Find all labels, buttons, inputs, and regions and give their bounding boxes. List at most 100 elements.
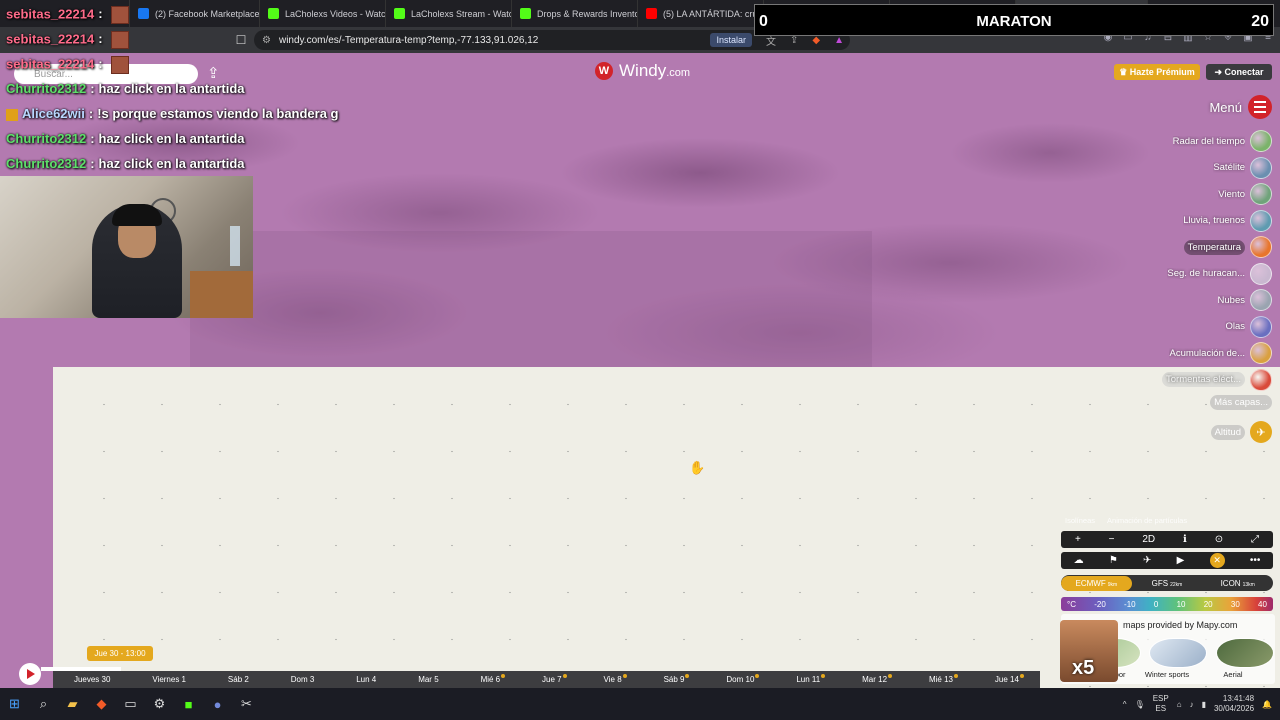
current-time-bubble[interactable]: Jue 30 - 13:00 [87,646,153,661]
search-icon[interactable]: ⌕ [29,688,58,720]
terminal-icon[interactable]: ▭ [116,688,145,720]
layer-item[interactable]: Radar del tiempo [1122,128,1272,155]
windows-icon[interactable]: ⊞ [0,688,29,720]
tab-favicon-icon [520,8,531,19]
battery-icon[interactable]: ▮ [1202,700,1206,709]
browser-tab[interactable]: (2) Facebook Marketplace [130,0,260,27]
browser-tab[interactable]: LaCholexs Videos - Watch [260,0,386,27]
menu-button[interactable]: Menú [1209,95,1272,119]
premium-button[interactable]: ♛ Hazte Prémium [1114,64,1200,80]
close-tool-icon[interactable]: ✕ [1209,553,1225,568]
more-icon[interactable]: ••• [1250,555,1261,566]
browser-tab[interactable]: LaCholexs Stream - Watch [386,0,512,27]
layer-item[interactable]: Tormentas eléct... [1122,367,1272,394]
timeline-day[interactable]: Vie 8 [604,674,627,684]
model-option[interactable]: ECMWF 9km [1061,575,1132,591]
chat-username: Churrito2312 [6,156,87,171]
aerial-tile[interactable] [1216,638,1274,668]
layer-item[interactable]: Nubes [1122,287,1272,314]
timeline-day[interactable]: Sáb 2 [228,675,249,684]
brave-rewards-icon[interactable]: ▲ [834,35,844,46]
layer-item[interactable]: Viento [1122,181,1272,208]
isolines-toggle[interactable]: Isolíneas [1065,516,1095,525]
locate-icon[interactable]: ⊙ [1215,534,1223,545]
play-button[interactable] [19,663,41,685]
weather-icon[interactable]: ☁ [1074,555,1084,566]
brave-shield-icon[interactable]: ◆ [812,35,820,46]
windy-logo[interactable]: W Windy.com [595,61,690,81]
windows-taskbar: ⊞ ⌕ ▰ ◆ ▭ ⚙ ■ ● ✂ ^ 🎙 ESP ES ⌂ ♪ ▮ 13:41:… [0,688,1280,720]
layer-icon [1250,130,1272,153]
chat-text: haz click en la antartida [98,156,245,171]
timeline-day[interactable]: Mié 6 [481,674,505,684]
file-explorer-icon[interactable]: ▰ [58,688,87,720]
browser-tab[interactable]: (5) LA ANTÁRTIDA: cruzan [638,0,764,27]
timeline-day[interactable]: Sáb 9 [664,674,690,684]
timeline-day[interactable]: Mié 13 [929,674,958,684]
capcut-icon[interactable]: ✂ [232,688,261,720]
timeline-day[interactable]: Lun 11 [796,674,826,684]
timeline-day[interactable]: Mar 5 [418,675,438,684]
layer-label: Lluvia, truenos [1183,215,1245,227]
notifications-icon[interactable]: 🔔 [1262,700,1272,709]
zoom-in-icon[interactable]: + [1075,534,1081,545]
windy-map[interactable]: ✋ [0,53,1280,688]
layer-item[interactable]: Lluvia, truenos [1122,208,1272,235]
install-app-button[interactable]: Instalar [710,33,752,47]
temperature-scale: °C -20 -10 0 10 20 30 40 [1061,597,1273,611]
info-icon[interactable]: ℹ [1183,534,1187,545]
fullscreen-icon[interactable]: ⤢ [1251,534,1259,545]
camera-icon[interactable]: ▶ [1177,555,1185,566]
site-info-icon[interactable]: ⚙ [262,35,271,46]
layer-icon [1250,342,1272,365]
share-page-icon[interactable]: ⇪ [790,35,798,46]
layer-item[interactable]: Satélite [1122,155,1272,182]
microphone-icon[interactable]: 🎙 [1135,700,1145,709]
layer-item[interactable]: Seg. de huracan... [1122,261,1272,288]
timeline-day[interactable]: Mar 12 [862,674,892,684]
flag-icon[interactable]: ⚑ [1109,555,1118,566]
discord-icon[interactable]: ● [203,688,232,720]
tray-overflow-icon[interactable]: ^ [1123,700,1127,709]
browser-tab[interactable]: Drops & Rewards Inventory [512,0,638,27]
winter-sports-tile[interactable] [1149,638,1207,668]
share-icon[interactable]: ⇪ [207,64,220,82]
model-option[interactable]: GFS 22km [1132,576,1203,591]
tab-label: (2) Facebook Marketplace [155,8,260,19]
scale-label: 30 [1230,599,1240,609]
layer-item[interactable]: Olas [1122,314,1272,341]
layer-item[interactable]: Temperatura [1122,234,1272,261]
more-layers[interactable]: Más capas... [1210,394,1272,410]
timeline-day[interactable]: Dom 3 [291,675,315,684]
timeline-day[interactable]: Dom 10 [726,674,760,684]
particles-toggle[interactable]: Animación de partículas [1107,516,1187,525]
plane-icon[interactable]: ✈ [1143,555,1151,566]
steam-icon[interactable]: ⚙ [145,688,174,720]
altitude-button[interactable]: Altitud ✈ [1210,420,1272,444]
zoom-out-icon[interactable]: − [1109,534,1115,545]
bookmark-icon[interactable]: ☐ [230,30,252,50]
language-indicator[interactable]: ESP ES [1153,694,1169,714]
timeline-day[interactable]: Jueves 30 [74,675,110,684]
brave-icon[interactable]: ◆ [87,688,116,720]
clock[interactable]: 13:41:48 30/04/2026 [1214,694,1254,714]
lang-bottom: ES [1155,704,1167,713]
model-option[interactable]: ICON 13km [1202,576,1273,591]
model-name: GFS [1151,578,1169,588]
model-resolution: 22km [1170,581,1183,588]
connect-button[interactable]: ➜ Conectar [1206,64,1272,80]
network-icon[interactable]: ⌂ [1177,700,1182,709]
chat-message: Churrito2312: haz click en la antartida [6,156,245,171]
timeline-day[interactable]: Jue 14 [995,674,1024,684]
layer-item[interactable]: Acumulación de... [1122,340,1272,367]
kick-icon[interactable]: ■ [174,688,203,720]
chat-emote-icon [110,31,129,49]
volume-icon[interactable]: ♪ [1190,700,1194,709]
timeline-day[interactable]: Jue 7 [542,674,567,684]
chat-text: haz click en la antartida [98,131,245,146]
chat-username: Alice62wii [22,106,85,121]
timeline-day[interactable]: Lun 4 [356,675,376,684]
view-mode-toggle[interactable]: 2D [1142,534,1155,545]
hamburger-icon [1248,95,1272,119]
timeline-day[interactable]: Viernes 1 [152,675,186,684]
